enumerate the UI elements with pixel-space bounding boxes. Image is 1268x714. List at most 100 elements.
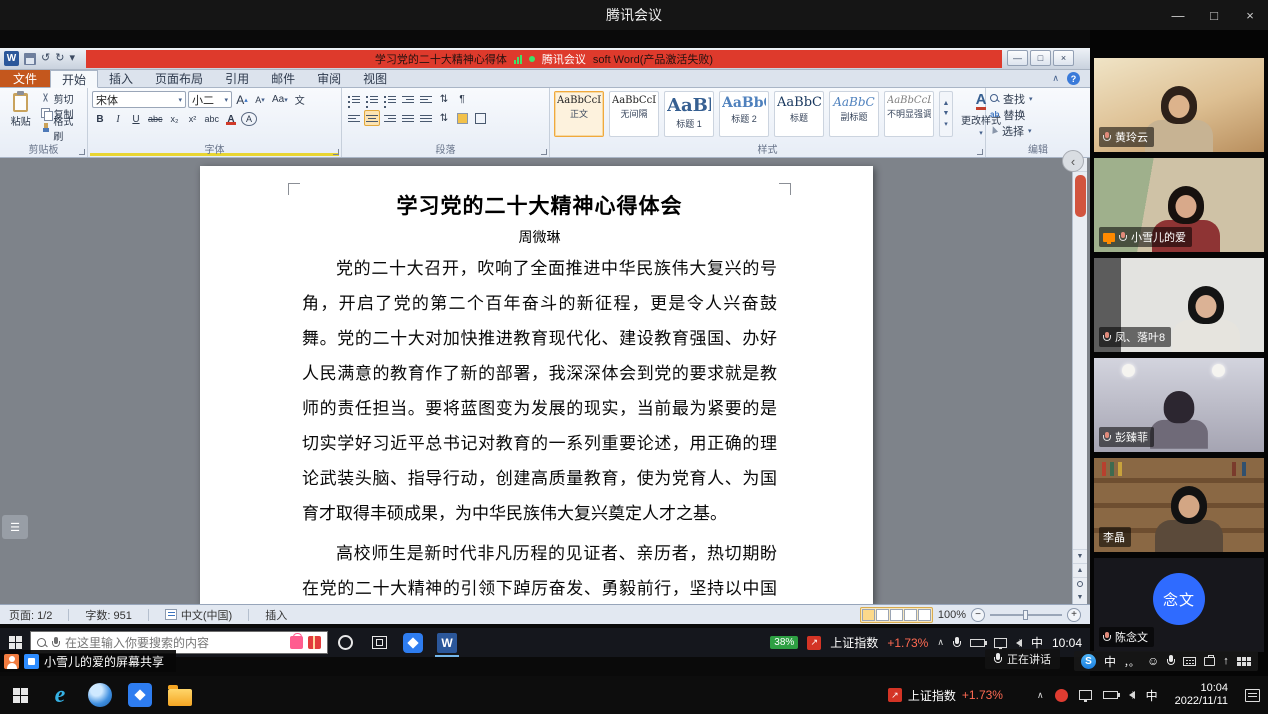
- zoom-in-button[interactable]: +: [1067, 608, 1081, 622]
- scrollbar-thumb[interactable]: [1075, 175, 1086, 217]
- taskbar-clock[interactable]: 10:04 2022/11/11: [1169, 682, 1234, 708]
- tab-insert[interactable]: 插入: [98, 70, 144, 87]
- save-icon[interactable]: [24, 53, 36, 65]
- distribute-button[interactable]: [418, 110, 434, 126]
- sort-button[interactable]: ⇅: [436, 91, 452, 107]
- display-tray-icon[interactable]: [994, 638, 1007, 648]
- grid-icon[interactable]: [1237, 657, 1251, 666]
- word-count[interactable]: 字数: 951: [85, 607, 131, 623]
- insert-mode[interactable]: 插入: [265, 607, 287, 623]
- search-input[interactable]: [65, 636, 285, 650]
- styles-dialog-launcher[interactable]: [977, 149, 983, 155]
- style-subtle-emphasis[interactable]: AaBbCcDc不明显强调: [884, 91, 934, 137]
- underline-button[interactable]: U: [128, 111, 144, 127]
- style-title[interactable]: AaBbC标题: [774, 91, 824, 137]
- replace-button[interactable]: ab替换: [990, 107, 1086, 122]
- ime-indicator[interactable]: 中: [1146, 687, 1158, 704]
- decrease-indent-button[interactable]: [400, 91, 416, 107]
- bullets-button[interactable]: [346, 91, 362, 107]
- vertical-scrollbar[interactable]: ▲ ▼ ▲ ▼: [1072, 158, 1087, 604]
- redo-icon[interactable]: ↻: [55, 53, 64, 64]
- page-indicator[interactable]: 页面: 1/2: [9, 607, 52, 623]
- style-no-spacing[interactable]: AaBbCcDc无间隔: [609, 91, 659, 137]
- tab-view[interactable]: 视图: [352, 70, 398, 87]
- task-view-button[interactable]: [362, 628, 396, 657]
- justify-button[interactable]: [400, 110, 416, 126]
- scroll-down-icon[interactable]: ▼: [1073, 550, 1087, 564]
- word-restore-button[interactable]: □: [1030, 50, 1051, 66]
- participant-tile[interactable]: 凤、落叶8: [1094, 258, 1264, 352]
- italic-button[interactable]: I: [110, 111, 126, 127]
- font-color-button[interactable]: A: [223, 111, 239, 127]
- battery-icon[interactable]: [970, 639, 985, 647]
- align-left-button[interactable]: [346, 110, 362, 126]
- numbering-button[interactable]: [364, 91, 380, 107]
- zoom-slider-thumb[interactable]: [1023, 610, 1028, 620]
- floating-widget[interactable]: ☰: [2, 515, 28, 539]
- file-explorer-button[interactable]: [160, 676, 200, 714]
- pinned-app-button[interactable]: [396, 628, 430, 657]
- toolbox-icon[interactable]: [1204, 657, 1215, 666]
- sidebar-collapse-button[interactable]: ‹: [1062, 150, 1084, 172]
- action-center-icon[interactable]: [1245, 689, 1260, 702]
- help-icon[interactable]: ?: [1067, 72, 1080, 85]
- cortana-button[interactable]: [328, 628, 362, 657]
- tab-page-layout[interactable]: 页面布局: [144, 70, 214, 87]
- participant-tile[interactable]: 小雪儿的爱: [1094, 158, 1264, 252]
- style-heading2[interactable]: AaBbC标题 2: [719, 91, 769, 137]
- align-center-button[interactable]: [364, 110, 380, 126]
- ie-browser-button[interactable]: e: [40, 676, 80, 714]
- participant-tile[interactable]: 念文 陈念文: [1094, 558, 1264, 652]
- browser-button[interactable]: [80, 676, 120, 714]
- ime-mode-toggle[interactable]: 中: [1104, 653, 1116, 670]
- change-case-button[interactable]: Aa▾: [270, 92, 290, 108]
- emoji-icon[interactable]: ☺: [1147, 654, 1159, 668]
- zoom-out-button[interactable]: −: [971, 608, 985, 622]
- participant-tile[interactable]: 李晶: [1094, 458, 1264, 552]
- participant-tile[interactable]: 黄玲云: [1094, 58, 1264, 152]
- style-normal[interactable]: AaBbCcDc正文: [554, 91, 604, 137]
- superscript-button[interactable]: x²: [185, 111, 201, 127]
- web-layout-view-icon[interactable]: [890, 609, 903, 621]
- display-tray-icon[interactable]: [1079, 690, 1092, 700]
- document-page[interactable]: 学习党的二十大精神心得体会 周微琳 党的二十大召开，吹响了全面推进中华民族伟大复…: [200, 166, 873, 604]
- style-heading1[interactable]: AaBbC标题 1: [664, 91, 714, 137]
- outline-view-icon[interactable]: [904, 609, 917, 621]
- strikethrough-button[interactable]: abc: [146, 111, 165, 127]
- highlight-button[interactable]: abc: [203, 111, 222, 127]
- grow-font-button[interactable]: A▴: [234, 92, 250, 108]
- qat-dropdown-icon[interactable]: ▾: [69, 53, 75, 64]
- ime-logo-icon[interactable]: S: [1081, 654, 1096, 669]
- close-button[interactable]: ×: [1232, 0, 1268, 30]
- tray-expand-icon[interactable]: ∧: [937, 637, 944, 648]
- select-browse-object-icon[interactable]: [1073, 578, 1087, 590]
- undo-icon[interactable]: ↺: [41, 53, 50, 64]
- language-indicator[interactable]: 中文(中国): [165, 607, 232, 623]
- previous-page-icon[interactable]: ▲: [1073, 564, 1087, 578]
- clipboard-dialog-launcher[interactable]: [79, 149, 85, 155]
- fullscreen-view-icon[interactable]: [876, 609, 889, 621]
- word-taskbar-button[interactable]: W: [430, 628, 464, 657]
- style-subtitle[interactable]: AaBbC副标题: [829, 91, 879, 137]
- zoom-slider[interactable]: [990, 614, 1062, 616]
- pinned-app-button[interactable]: [120, 676, 160, 714]
- pinyin-guide-button[interactable]: 文: [292, 92, 308, 108]
- print-layout-view-icon[interactable]: [862, 609, 875, 621]
- styles-gallery-scroll[interactable]: ▲▼▾: [939, 91, 953, 137]
- font-size-select[interactable]: 小二▾: [188, 91, 232, 108]
- bold-button[interactable]: B: [92, 111, 108, 127]
- word-minimize-button[interactable]: —: [1007, 50, 1028, 66]
- mic-tray-icon[interactable]: [953, 637, 961, 649]
- find-button[interactable]: 查找▾: [990, 91, 1086, 106]
- font-dialog-launcher[interactable]: [333, 149, 339, 155]
- next-page-icon[interactable]: ▼: [1073, 590, 1087, 604]
- recording-app-icon[interactable]: [1055, 689, 1068, 702]
- show-marks-button[interactable]: ¶: [454, 91, 470, 107]
- collapse-ribbon-icon[interactable]: ∧: [1052, 73, 1059, 84]
- zoom-level[interactable]: 100%: [938, 609, 966, 621]
- taskbar-clock[interactable]: 10:04: [1052, 636, 1082, 650]
- tab-review[interactable]: 审阅: [306, 70, 352, 87]
- tab-mailings[interactable]: 邮件: [260, 70, 306, 87]
- voice-input-icon[interactable]: [1167, 655, 1175, 667]
- format-painter-button[interactable]: 格式刷: [41, 121, 83, 135]
